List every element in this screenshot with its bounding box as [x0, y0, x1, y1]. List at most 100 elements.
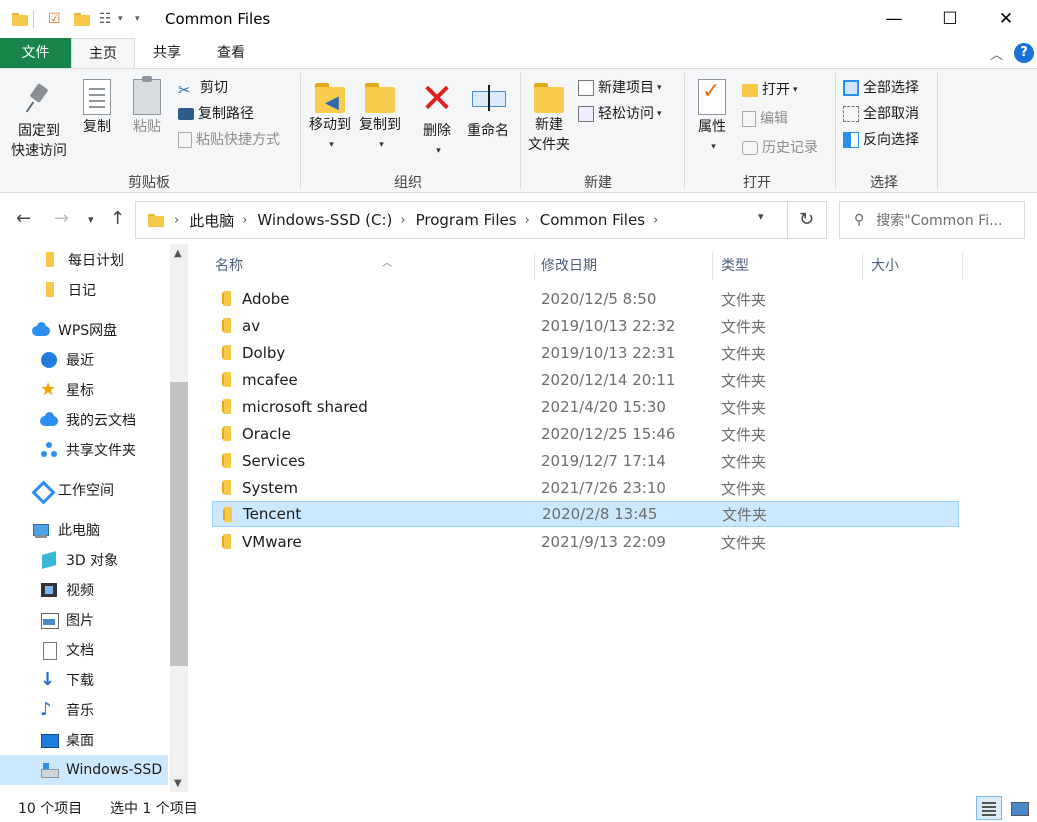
folder-icon — [220, 372, 234, 387]
tab-home[interactable]: 主页 — [71, 38, 135, 69]
qat-dropdown-icon[interactable]: ▾ — [135, 9, 140, 29]
folder-icon — [220, 318, 234, 333]
copy-button[interactable]: 复制 — [78, 79, 116, 137]
breadcrumb-program-files[interactable]: Program Files — [416, 211, 517, 229]
desktop-icon — [40, 731, 59, 749]
nav-item-pictures[interactable]: 图片 — [0, 605, 168, 635]
pin-quick-access-button[interactable]: 固定到 快速访问 — [6, 79, 72, 161]
details-view-icon[interactable] — [976, 796, 1002, 820]
address-dropdown-icon[interactable]: ▾ — [758, 210, 764, 223]
new-folder-button[interactable]: 新建 文件夹 — [524, 79, 574, 155]
new-item-button[interactable]: 新建项目 ▾ — [578, 77, 662, 99]
cloud-icon — [40, 411, 58, 429]
column-header-type[interactable]: 类型 — [713, 252, 863, 280]
file-row[interactable]: mcafee 2020/12/14 20:11 文件夹 — [212, 367, 959, 393]
nav-item-starred[interactable]: ★ 星标 — [0, 375, 168, 405]
new-folder-icon[interactable] — [74, 9, 90, 29]
file-row[interactable]: av 2019/10/13 22:32 文件夹 — [212, 313, 959, 339]
tab-view[interactable]: 查看 — [199, 38, 263, 68]
file-row[interactable]: Dolby 2019/10/13 22:31 文件夹 — [212, 340, 959, 366]
edit-button[interactable]: 编辑 — [742, 108, 788, 130]
help-icon[interactable]: ? — [1014, 43, 1034, 63]
nav-item-this-pc[interactable]: 此电脑 — [0, 515, 168, 545]
file-row[interactable]: microsoft shared 2021/4/20 15:30 文件夹 — [212, 394, 959, 420]
breadcrumb-common-files[interactable]: Common Files — [540, 211, 645, 229]
file-row[interactable]: Adobe 2020/12/5 8:50 文件夹 — [212, 286, 959, 312]
collapse-ribbon-icon[interactable]: ︿ — [990, 44, 1003, 63]
nav-item-workspace[interactable]: 工作空间 — [0, 475, 168, 505]
maximize-button[interactable]: ☐ — [922, 0, 978, 38]
breadcrumb-this-pc[interactable]: 此电脑 — [189, 210, 234, 231]
nav-item-label: 工作空间 — [58, 483, 114, 499]
nav-item-downloads[interactable]: ↓ 下载 — [0, 665, 168, 695]
large-icons-view-icon[interactable] — [1005, 796, 1031, 820]
file-row[interactable]: Services 2019/12/7 17:14 文件夹 — [212, 448, 959, 474]
scroll-down-icon[interactable]: ▼ — [174, 778, 182, 789]
column-header-modified[interactable]: 修改日期 — [533, 252, 713, 280]
scroll-up-icon[interactable]: ▲ — [174, 248, 182, 259]
ribbon-separator — [684, 73, 685, 189]
close-button[interactable]: ✕ — [978, 0, 1034, 38]
customize-list-icon[interactable]: ☷ — [99, 9, 112, 29]
nav-scrollbar[interactable]: ▲ ▼ — [170, 244, 188, 792]
nav-item-videos[interactable]: 视频 — [0, 575, 168, 605]
folder-icon[interactable] — [12, 9, 28, 29]
tab-share[interactable]: 共享 — [135, 38, 199, 68]
nav-item-shared-folder[interactable]: 共享文件夹 — [0, 435, 168, 465]
paste-shortcut-button[interactable]: 粘贴快捷方式 — [178, 129, 280, 151]
column-header-size[interactable]: 大小 — [863, 252, 963, 280]
select-none-button[interactable]: 全部取消 — [843, 103, 919, 125]
chevron-right-icon[interactable]: › — [653, 213, 658, 228]
open-button[interactable]: 打开 ▾ — [742, 79, 798, 101]
nav-item-desktop[interactable]: 桌面 — [0, 725, 168, 755]
back-arrow-icon[interactable]: ← — [16, 208, 31, 229]
nav-item-windows-ssd[interactable]: Windows-SSD — [0, 755, 168, 785]
minimize-button[interactable]: — — [866, 0, 922, 38]
recent-locations-icon[interactable]: ▾ — [88, 213, 94, 226]
nav-item-documents[interactable]: 文档 — [0, 635, 168, 665]
file-row[interactable]: System 2021/7/26 23:10 文件夹 — [212, 475, 959, 501]
address-bar[interactable]: › 此电脑 › Windows-SSD (C:) › Program Files… — [135, 201, 788, 239]
cut-button[interactable]: ✂ 剪切 — [178, 77, 228, 99]
nav-item-label: 日记 — [68, 283, 96, 299]
tab-file[interactable]: 文件 — [0, 38, 71, 68]
easy-access-button[interactable]: 轻松访问 ▾ — [578, 103, 662, 125]
chevron-right-icon[interactable]: › — [525, 213, 530, 228]
chevron-right-icon[interactable]: › — [242, 213, 247, 228]
nav-item-music[interactable]: ♪ 音乐 — [0, 695, 168, 725]
search-placeholder: 搜索"Common Fi... — [876, 213, 1003, 229]
breadcrumb-drive[interactable]: Windows-SSD (C:) — [257, 211, 392, 229]
copy-path-button[interactable]: 复制路径 — [178, 103, 254, 125]
select-all-button[interactable]: 全部选择 — [843, 77, 919, 99]
paste-button[interactable]: 粘贴 — [128, 76, 166, 137]
search-input[interactable]: ⚲ 搜索"Common Fi... — [839, 201, 1025, 239]
nav-item-cloud-docs[interactable]: 我的云文档 — [0, 405, 168, 435]
history-button[interactable]: 历史记录 — [742, 137, 818, 159]
nav-item-wps-cloud[interactable]: WPS网盘 — [0, 315, 168, 345]
rename-button[interactable]: 重命名 — [462, 79, 514, 141]
nav-item-recent[interactable]: 最近 — [0, 345, 168, 375]
status-bar: 10 个项目 选中 1 个项目 — [0, 792, 1037, 822]
scrollbar-thumb[interactable] — [170, 382, 188, 666]
pin-label-line1: 固定到 — [18, 123, 60, 139]
refresh-button[interactable]: ↻ — [787, 201, 827, 239]
copy-to-button[interactable]: 复制到 ▾ — [356, 79, 404, 155]
file-row[interactable]: VMware 2021/9/13 22:09 文件夹 — [212, 529, 959, 555]
move-to-button[interactable]: ◀ 移动到 ▾ — [306, 79, 354, 155]
column-header-name[interactable]: ︿ 名称 — [207, 252, 535, 280]
delete-button[interactable]: ✕ 删除 ▾ — [418, 79, 456, 161]
open-label: 打开 — [762, 82, 790, 98]
chevron-right-icon[interactable]: › — [400, 213, 405, 228]
nav-item-diary[interactable]: 日记 — [0, 275, 168, 305]
properties-button[interactable]: 属性 ▾ — [692, 79, 732, 157]
file-row-selected[interactable]: Tencent 2020/2/8 13:45 文件夹 — [212, 501, 959, 527]
nav-item-daily-plan[interactable]: 每日计划 — [0, 245, 168, 275]
forward-arrow-icon[interactable]: → — [54, 208, 69, 229]
up-arrow-icon[interactable]: ↑ — [110, 208, 125, 229]
nav-item-3d-objects[interactable]: 3D 对象 — [0, 545, 168, 575]
file-name: Services — [242, 452, 306, 470]
file-row[interactable]: Oracle 2020/12/25 15:46 文件夹 — [212, 421, 959, 447]
invert-selection-button[interactable]: 反向选择 — [843, 129, 919, 151]
properties-check-icon[interactable]: ☑ — [48, 9, 61, 29]
chevron-down-icon[interactable]: ▾ — [118, 9, 123, 29]
